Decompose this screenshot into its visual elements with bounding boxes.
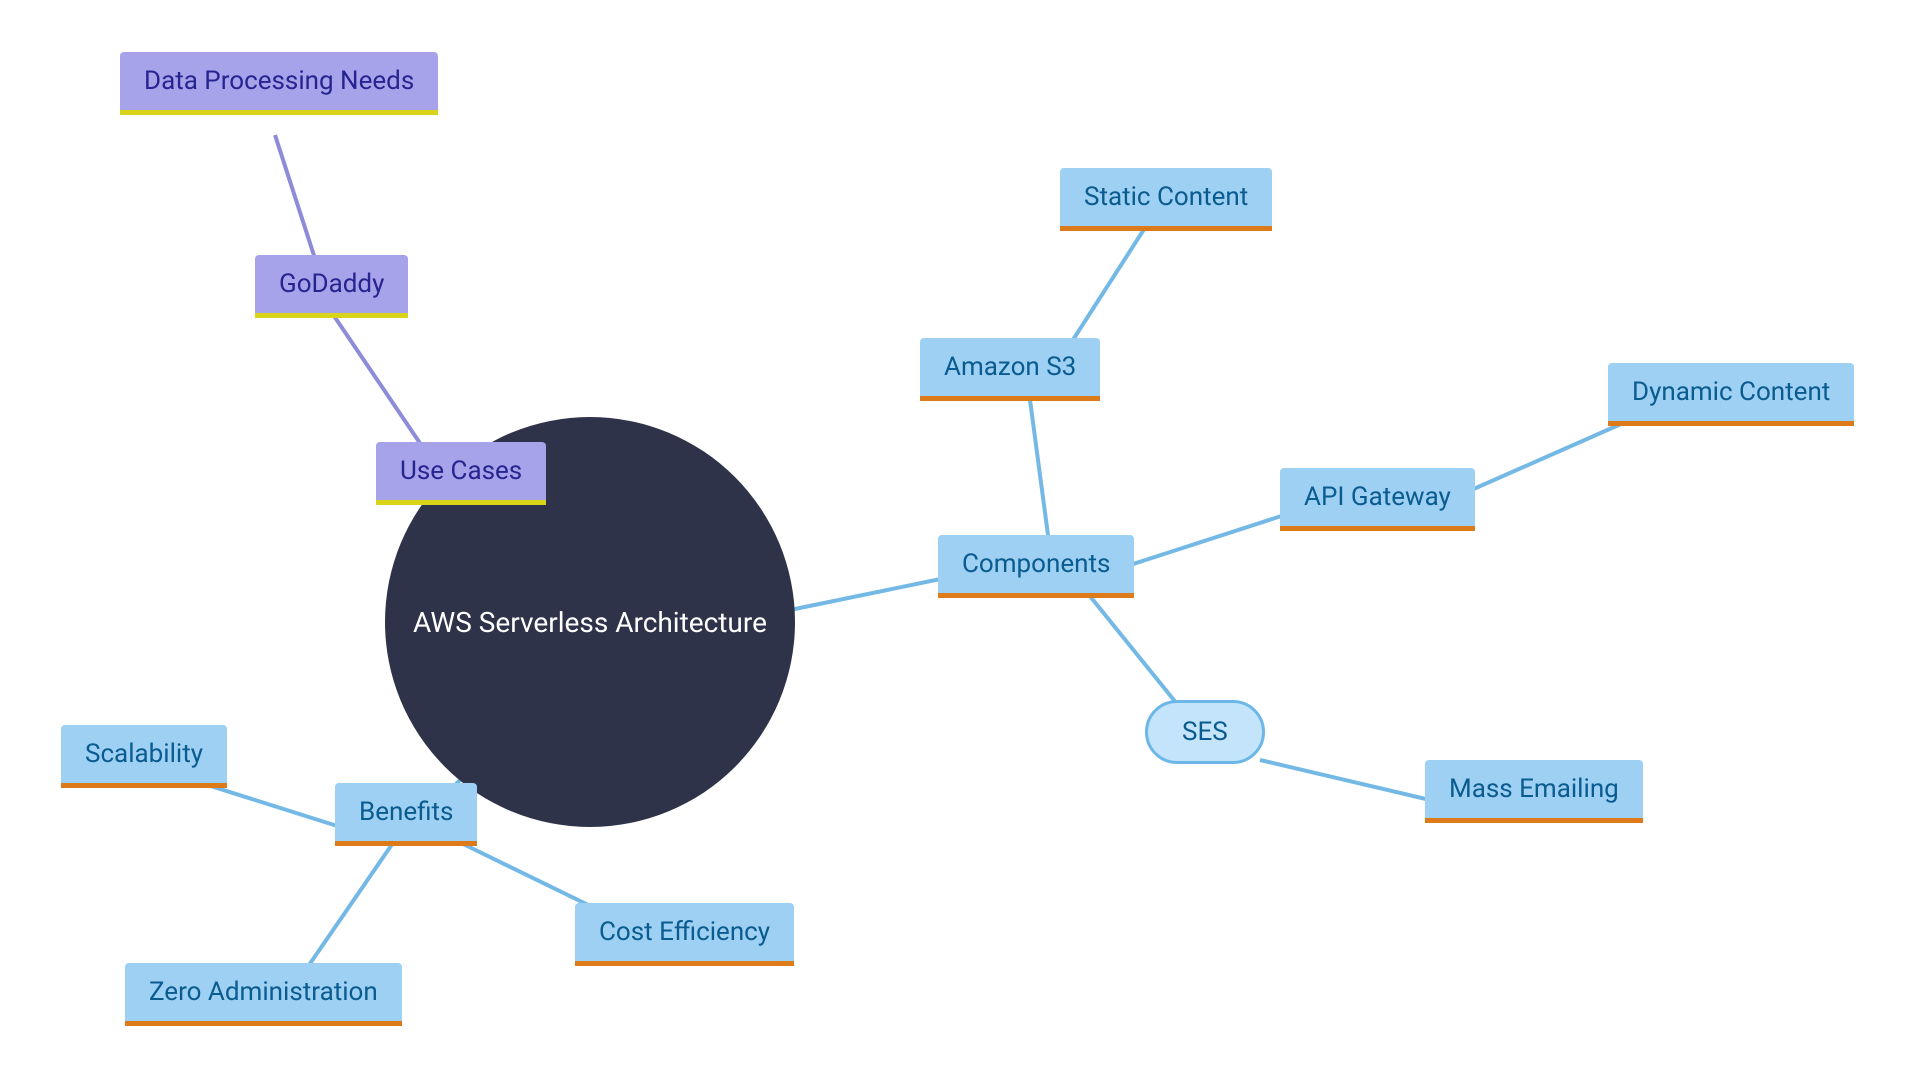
node-label: Cost Efficiency	[599, 917, 770, 947]
node-label: Dynamic Content	[1632, 377, 1830, 407]
node-dynamic-content[interactable]: Dynamic Content	[1608, 363, 1854, 426]
node-label: Components	[962, 549, 1110, 579]
mindmap-canvas: AWS Serverless Architecture Use Cases Go…	[0, 0, 1920, 1080]
node-label: SES	[1182, 717, 1228, 747]
node-label: GoDaddy	[279, 269, 384, 299]
node-use-cases[interactable]: Use Cases	[376, 442, 546, 505]
node-label: Scalability	[85, 739, 203, 769]
node-label: Use Cases	[400, 456, 522, 486]
node-ses[interactable]: SES	[1145, 700, 1265, 764]
node-label: Benefits	[359, 797, 453, 827]
node-label: Amazon S3	[944, 352, 1076, 382]
node-benefits[interactable]: Benefits	[335, 783, 477, 846]
node-zero-administration[interactable]: Zero Administration	[125, 963, 402, 1026]
node-data-processing-needs[interactable]: Data Processing Needs	[120, 52, 438, 115]
node-amazon-s3[interactable]: Amazon S3	[920, 338, 1100, 401]
node-cost-efficiency[interactable]: Cost Efficiency	[575, 903, 794, 966]
node-components[interactable]: Components	[938, 535, 1134, 598]
node-label: API Gateway	[1304, 482, 1451, 512]
node-label: Data Processing Needs	[144, 66, 414, 96]
node-static-content[interactable]: Static Content	[1060, 168, 1272, 231]
node-api-gateway[interactable]: API Gateway	[1280, 468, 1475, 531]
node-mass-emailing[interactable]: Mass Emailing	[1425, 760, 1643, 823]
node-godaddy[interactable]: GoDaddy	[255, 255, 408, 318]
node-label: Static Content	[1084, 182, 1248, 212]
node-label: Mass Emailing	[1449, 774, 1619, 804]
center-label: AWS Serverless Architecture	[413, 606, 767, 639]
node-scalability[interactable]: Scalability	[61, 725, 227, 788]
node-label: Zero Administration	[149, 977, 378, 1007]
